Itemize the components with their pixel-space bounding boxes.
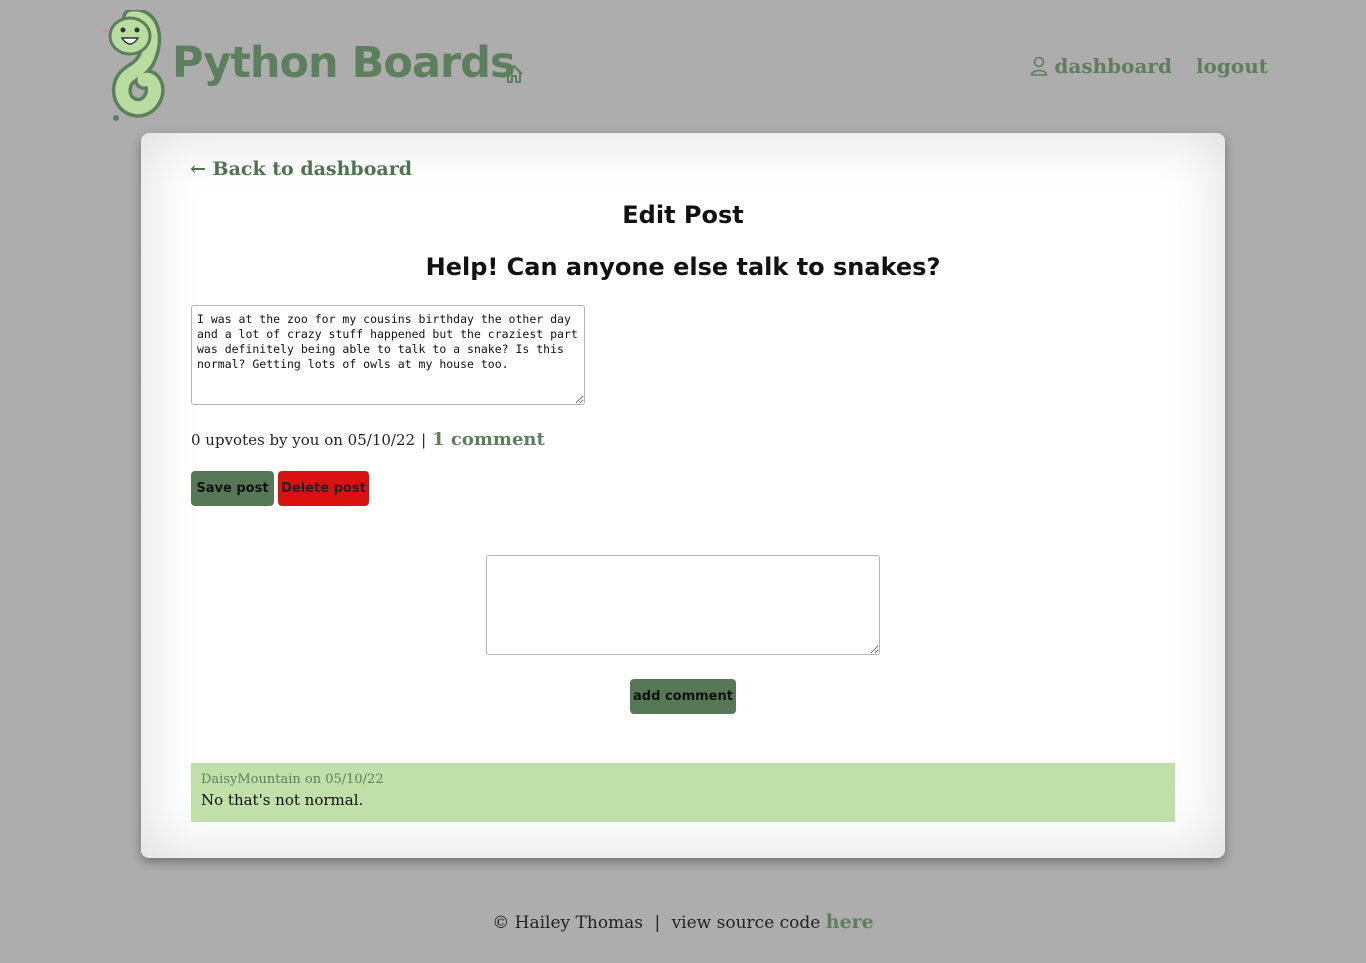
comment-text: No that's not normal.	[201, 791, 364, 809]
logout-nav-label: logout	[1195, 54, 1268, 78]
source-code-link[interactable]: here	[826, 911, 874, 933]
back-to-dashboard-link[interactable]: ← Back to dashboard	[190, 158, 412, 180]
footer-source-text: view source code	[671, 913, 821, 933]
post-meta: 0 upvotes by you on 05/10/22 | 1 comment	[191, 429, 545, 450]
delete-post-button[interactable]: Delete post	[278, 471, 369, 506]
comment-count-link[interactable]: 1 comment	[432, 429, 545, 450]
footer-credit: © Hailey Thomas	[492, 913, 644, 933]
site-footer: © Hailey Thomas | view source code here	[0, 911, 1366, 933]
user-icon	[1031, 56, 1048, 76]
meta-separator: |	[421, 431, 427, 449]
footer-separator: |	[654, 913, 661, 933]
comment-item: DaisyMountain on 05/10/22 No that's not …	[191, 763, 1175, 822]
post-meta-text: 0 upvotes by you on 05/10/22	[191, 431, 416, 449]
dashboard-nav-link[interactable]: dashboard	[1030, 54, 1172, 78]
add-comment-button[interactable]: add comment	[630, 679, 736, 714]
logout-nav-link[interactable]: logout	[1196, 54, 1268, 78]
post-body-textarea[interactable]: I was at the zoo for my cousins birthday…	[191, 305, 585, 405]
page-title: Edit Post	[622, 201, 744, 229]
comment-input[interactable]	[486, 555, 880, 655]
comment-meta: DaisyMountain on 05/10/22	[201, 772, 384, 787]
dashboard-nav-label: dashboard	[1054, 54, 1172, 78]
snake-mascot-logo[interactable]	[94, 10, 168, 126]
site-header: Python Boards dashboard logout	[0, 0, 1366, 130]
post-title: Help! Can anyone else talk to snakes?	[425, 253, 941, 281]
home-icon[interactable]	[503, 63, 525, 85]
save-post-button[interactable]: Save post	[191, 471, 274, 506]
top-nav: dashboard logout	[1030, 54, 1268, 78]
edit-post-card: ← Back to dashboard Edit Post Help! Can …	[141, 133, 1225, 858]
brand-title[interactable]: Python Boards	[172, 38, 516, 88]
